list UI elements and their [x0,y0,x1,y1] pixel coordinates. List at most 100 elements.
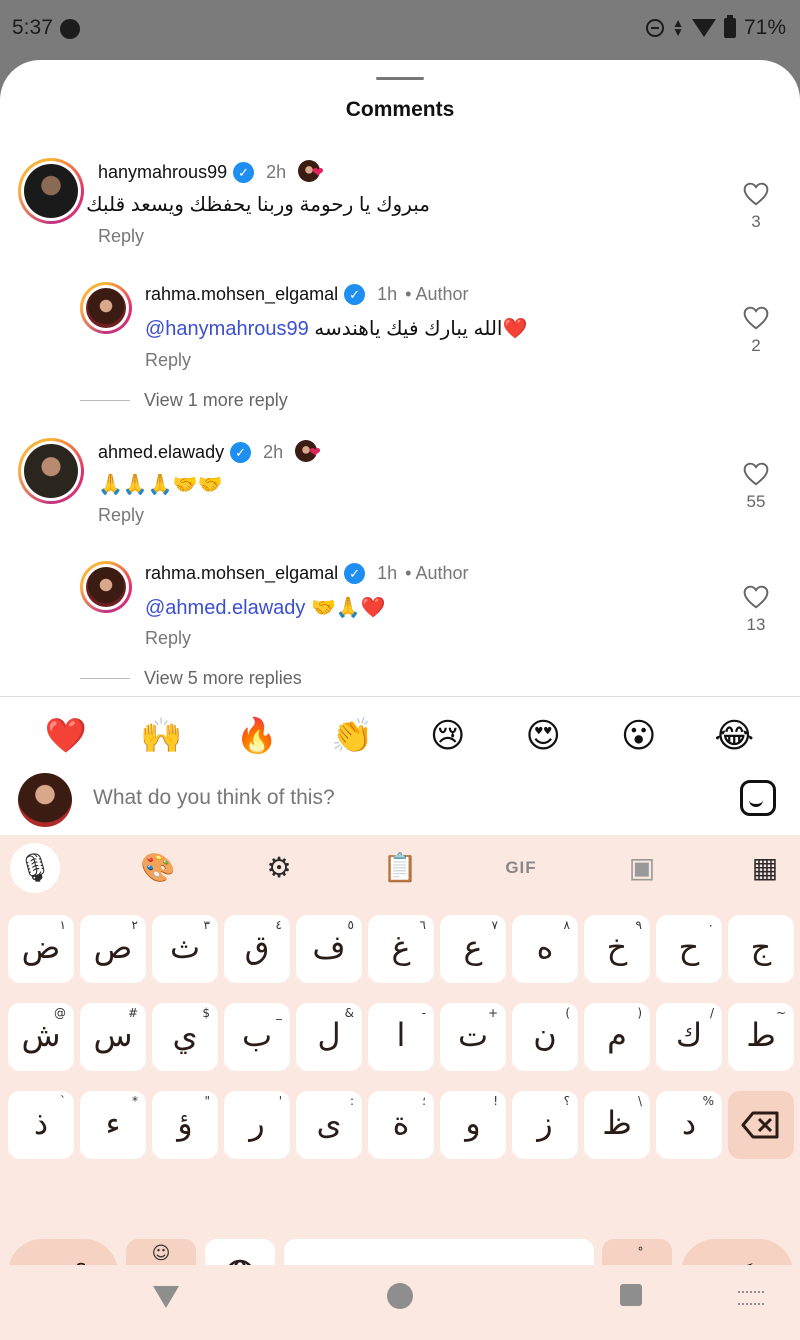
key[interactable]: ٨ه [512,915,578,983]
apps-grid-icon[interactable]: ▦ [740,843,790,893]
sheet-title: Comments [345,98,455,121]
verified-badge-icon: ✓ [233,161,255,183]
drag-handle[interactable] [376,77,424,80]
key[interactable]: @ ش [8,1003,74,1071]
key[interactable]: -ا [368,1003,434,1071]
key[interactable]: * ء [80,1091,146,1159]
avatar[interactable] [18,158,84,224]
key[interactable]: + ت [440,1003,506,1071]
mention-link[interactable]: @ahmed.elawady [145,597,305,619]
like-button[interactable]: 2 [742,306,770,356]
key[interactable]: ٣ث [152,915,218,983]
mention-link[interactable]: @hanymahrous99 [145,318,309,340]
emoji-heart-button[interactable]: ❤️ [36,716,96,756]
view-more-replies[interactable]: View 1 more reply [80,390,288,411]
emoji-fire-button[interactable]: 🔥 [227,716,287,756]
key[interactable]: ٦غ [368,915,434,983]
key[interactable]: \ ظ [584,1091,650,1159]
verified-badge-icon: ✓ [230,441,252,463]
heart-outline-icon [743,306,769,330]
emoji-heart-eyes-button[interactable]: 😍 [513,716,573,756]
view-more-replies[interactable]: View 5 more replies [80,668,302,689]
back-icon[interactable] [153,1286,179,1308]
keyboard-switch-icon[interactable] [738,1291,764,1305]
key[interactable]: _ ب [224,1003,290,1071]
key[interactable]: ٤ق [224,915,290,983]
wifi-icon [691,19,716,37]
comment-input[interactable]: What do you think of this? [93,786,335,810]
palette-icon[interactable]: 🎨 [133,843,183,893]
key[interactable]: / ك [656,1003,722,1071]
key[interactable]: ~ ط [728,1003,794,1071]
emoji-surprised-button[interactable]: 😮 [609,716,669,756]
key[interactable]: :ى [296,1091,362,1159]
key[interactable]: % د [656,1091,722,1159]
key[interactable]: ) م [584,1003,650,1071]
battery-icon [723,15,736,38]
key[interactable]: ` ذ [8,1091,74,1159]
reply-button[interactable]: Reply [98,226,144,247]
key[interactable]: ٠ح [656,915,722,983]
key[interactable]: # س [80,1003,146,1071]
backspace-key[interactable] [728,1091,794,1159]
comment-text: 🙏🙏🙏🤝🤝 [98,474,223,496]
data-arrows-icon: ▲ ▼ [672,16,684,39]
avatar[interactable] [80,282,132,334]
recents-icon[interactable] [620,1284,642,1306]
key[interactable]: ١ض [8,915,74,983]
author-tag: • Author [405,563,469,583]
comment-username[interactable]: ahmed.elawady [98,442,224,463]
comments-sheet: Comments hanymahrous99 ✓ 2h ❤ مبروك يا ر… [0,60,800,1340]
reply-username[interactable]: rahma.mohsen_elgamal [145,563,338,584]
reply-button[interactable]: Reply [145,628,191,649]
heart-outline-icon [743,462,769,486]
key[interactable]: ٩خ [584,915,650,983]
avatar[interactable] [80,561,132,613]
sticker-icon[interactable]: ▣ [617,843,667,893]
status-time: 5:37 [12,16,53,39]
key[interactable]: ! و [440,1091,506,1159]
key[interactable]: ٢ص [80,915,146,983]
messenger-icon [60,19,80,39]
key[interactable]: $ ي [152,1003,218,1071]
emoji-crying-button[interactable]: 😢 [418,716,478,756]
author-tag: • Author [405,284,469,304]
like-button[interactable]: 55 [742,462,770,512]
reply-button[interactable]: Reply [145,350,191,371]
comment-time: 2h [263,441,284,462]
like-button[interactable]: 3 [742,182,770,232]
sticker-icon[interactable] [740,780,776,816]
divider-line [80,400,130,401]
key[interactable]: ؟ ز [512,1091,578,1159]
like-count: 13 [746,615,766,634]
key[interactable]: ' ر [224,1091,290,1159]
avatar[interactable] [18,438,84,504]
key[interactable]: & ل [296,1003,362,1071]
divider-line [80,678,130,679]
reply-username[interactable]: rahma.mohsen_elgamal [145,284,338,305]
clipboard-icon[interactable]: 📋 [375,843,425,893]
settings-icon[interactable]: ⚙ [254,843,304,893]
emoji-laughing-button[interactable]: 😂 [704,716,764,756]
author-liked-icon: ❤ [295,440,325,464]
key[interactable]: " ؤ [152,1091,218,1159]
view-more-label: View 5 more replies [144,668,302,688]
key[interactable]: ٧ع [440,915,506,983]
like-count: 55 [746,492,766,511]
key[interactable]: (ن [512,1003,578,1071]
reply-text: @ahmed.elawady 🤝🙏❤️ [145,595,386,620]
like-button[interactable]: 13 [742,585,770,635]
mic-icon[interactable]: 🎙 [10,843,60,893]
key[interactable]: ٥ف [296,915,362,983]
comment-username[interactable]: hanymahrous99 [98,162,227,183]
home-icon[interactable] [387,1283,413,1309]
my-avatar [18,773,72,827]
verified-badge-icon: ✓ [344,284,366,305]
key[interactable]: ؛ ة [368,1091,434,1159]
keyboard-toolbar: 🎙 🎨 ⚙ 📋 GIF ▣ ▦ [0,835,800,905]
emoji-clap-button[interactable]: 👏 [322,716,382,756]
reply-button[interactable]: Reply [98,505,144,526]
key[interactable]: ج [728,915,794,983]
gif-button[interactable]: GIF [496,843,546,893]
emoji-raised-hands-button[interactable]: 🙌 [131,716,191,756]
